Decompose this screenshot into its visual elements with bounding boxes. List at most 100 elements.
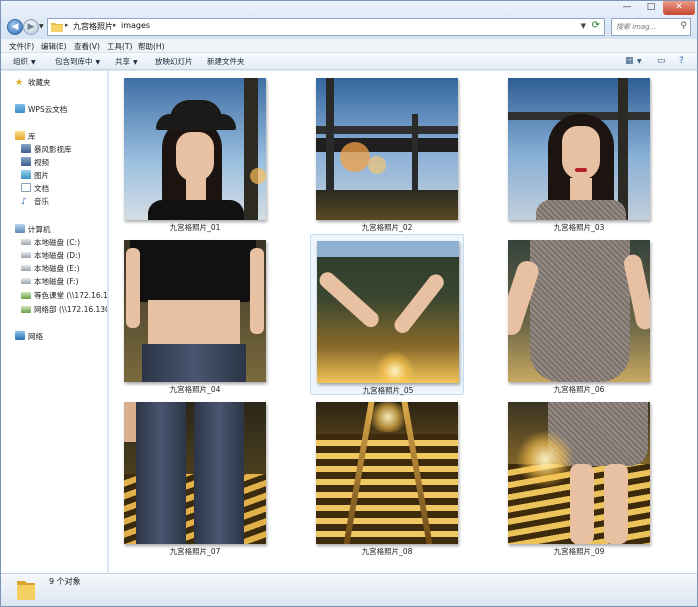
nav-library-item[interactable]: 视频 — [21, 157, 49, 168]
item-count: 9 个对象 — [49, 577, 81, 586]
organize-label: 组织 — [13, 57, 28, 66]
file-thumbnail[interactable]: 九宫格照片_03 — [502, 72, 656, 233]
nav-library-item[interactable]: ♪ 音乐 — [21, 196, 49, 207]
nav-library[interactable]: 库 — [15, 131, 36, 142]
file-name: 九宫格照片_06 — [553, 385, 605, 394]
nav-drive-label: 本地磁盘 (E:) — [34, 264, 80, 273]
chevron-down-icon: ▼ — [31, 59, 36, 66]
music-icon: ♪ — [21, 197, 27, 207]
file-name: 九宫格照片_09 — [553, 547, 605, 556]
refresh-icon[interactable]: ⟳ — [592, 20, 600, 31]
nav-drive[interactable]: 本地磁盘 (D:) — [21, 250, 81, 261]
nav-drive[interactable]: 本地磁盘 (E:) — [21, 263, 80, 274]
search-input[interactable] — [612, 19, 676, 35]
file-thumbnail[interactable]: 九宫格照片_01 — [118, 72, 272, 233]
file-thumbnail[interactable]: 九宫格照片_07 — [118, 396, 272, 557]
chevron-down-icon: ▼ — [95, 59, 101, 66]
drive-icon — [21, 252, 31, 258]
maximize-button[interactable]: □ — [639, 1, 663, 15]
document-icon — [21, 183, 31, 192]
address-row: — □ ✕ ◀ ▶ ▼ ▸ 九宫格照片 ▸ images ▼ ⟳ ⚲ — [1, 1, 697, 39]
nav-library-item-label: 文档 — [34, 184, 49, 193]
file-thumbnail[interactable]: 九宫格照片_09 — [502, 396, 656, 557]
status-bar: 9 个对象 — [1, 573, 697, 606]
nav-drive-label: 本地磁盘 (D:) — [34, 251, 81, 260]
back-button[interactable]: ◀ — [7, 19, 23, 35]
library-icon — [15, 131, 25, 140]
network-drive-icon — [21, 292, 31, 299]
view-options-icon[interactable]: ▦ — [625, 56, 634, 66]
nav-network-drive[interactable]: 等色课堂 (\\172.16.130 — [21, 290, 108, 301]
network-icon — [15, 331, 25, 340]
nav-network[interactable]: 网络 — [15, 331, 43, 342]
forward-button[interactable]: ▶ — [23, 19, 39, 35]
folder-icon — [17, 581, 35, 600]
include-in-library-button[interactable]: 包含到库中 ▼ — [55, 56, 100, 67]
photo-thumbnail-image — [316, 78, 458, 220]
file-name: 九宫格照片_01 — [169, 223, 221, 232]
share-label: 共享 — [115, 57, 130, 66]
video-library-icon — [21, 144, 31, 153]
nav-network-label: 网络 — [28, 332, 43, 341]
photo-thumbnail-image — [508, 240, 650, 382]
share-button[interactable]: 共享 ▼ — [115, 56, 138, 67]
preview-pane-icon[interactable]: ▭ — [657, 56, 666, 66]
file-name: 九宫格照片_07 — [169, 547, 221, 556]
address-dropdown-icon[interactable]: ▼ — [581, 22, 586, 30]
nav-drive-label: 本地磁盘 (C:) — [34, 238, 80, 247]
nav-library-item-label: 音乐 — [34, 197, 49, 206]
breadcrumb-separator-icon: ▸ — [113, 21, 117, 29]
minimize-button[interactable]: — — [615, 1, 639, 15]
menu-view[interactable]: 查看(V) — [74, 41, 100, 52]
photo-thumbnail-image — [124, 78, 266, 220]
star-icon: ★ — [15, 78, 24, 88]
file-thumbnail[interactable]: 九宫格照片_02 — [310, 72, 464, 233]
nav-library-item[interactable]: 暴风影视库 — [21, 144, 72, 155]
organize-button[interactable]: 组织 ▼ — [13, 56, 36, 67]
explorer-window: — □ ✕ ◀ ▶ ▼ ▸ 九宫格照片 ▸ images ▼ ⟳ ⚲ 文件(F)… — [0, 0, 698, 607]
nav-library-label: 库 — [28, 132, 36, 141]
file-name: 九宫格照片_08 — [361, 547, 413, 556]
nav-favorites[interactable]: ★ 收藏夹 — [15, 77, 51, 88]
nav-computer-label: 计算机 — [28, 225, 51, 234]
file-thumbnail[interactable]: 九宫格照片_04 — [118, 234, 272, 395]
file-thumbnail[interactable]: 九宫格照片_08 — [310, 396, 464, 557]
file-name: 九宫格照片_04 — [169, 385, 221, 394]
close-button[interactable]: ✕ — [663, 1, 695, 15]
file-thumbnail-selected[interactable]: 九宫格照片_05 — [310, 234, 464, 395]
nav-drive-label: 网络部 (\\172.16.130.1 — [34, 305, 107, 314]
chevron-down-icon[interactable]: ▼ — [637, 58, 642, 65]
nav-drive[interactable]: 本地磁盘 (F:) — [21, 276, 79, 287]
slideshow-button[interactable]: 放映幻灯片 — [155, 56, 193, 67]
menu-help[interactable]: 帮助(H) — [138, 41, 165, 52]
breadcrumb-item[interactable]: images — [121, 21, 150, 30]
network-drive-icon — [21, 306, 31, 313]
nav-drive-label: 等色课堂 (\\172.16.130 — [34, 291, 108, 300]
recent-pages-dropdown-icon[interactable]: ▼ — [39, 23, 44, 30]
computer-icon — [15, 224, 25, 233]
nav-favorites-label: 收藏夹 — [28, 78, 51, 87]
file-thumbnail[interactable]: 九宫格照片_06 — [502, 234, 656, 395]
menu-file[interactable]: 文件(F) — [9, 41, 34, 52]
new-folder-button[interactable]: 新建文件夹 — [207, 56, 245, 67]
nav-network-drive[interactable]: 网络部 (\\172.16.130.1 — [21, 304, 107, 315]
help-icon[interactable]: ? — [679, 56, 684, 66]
menu-tools[interactable]: 工具(T) — [107, 41, 132, 52]
search-icon[interactable]: ⚲ — [680, 21, 687, 31]
menu-edit[interactable]: 编辑(E) — [41, 41, 67, 52]
address-bar[interactable]: ▸ 九宫格照片 ▸ images ▼ ⟳ — [47, 18, 605, 36]
drive-icon — [21, 239, 31, 245]
breadcrumb-item[interactable]: 九宫格照片 — [73, 21, 113, 32]
nav-library-item[interactable]: 文档 — [21, 183, 49, 194]
nav-drive-label: 本地磁盘 (F:) — [34, 277, 79, 286]
file-name: 九宫格照片_02 — [361, 223, 413, 232]
nav-drive[interactable]: 本地磁盘 (C:) — [21, 237, 80, 248]
command-bar: 组织 ▼ 包含到库中 ▼ 共享 ▼ 放映幻灯片 新建文件夹 ▦ ▼ ▭ ? — [1, 53, 697, 70]
nav-wps-cloud[interactable]: WPS云文档 — [15, 104, 67, 115]
picture-icon — [21, 170, 31, 179]
photo-thumbnail-image — [124, 240, 266, 382]
folder-icon — [51, 23, 63, 32]
nav-computer[interactable]: 计算机 — [15, 224, 51, 235]
nav-library-item[interactable]: 图片 — [21, 170, 49, 181]
drive-icon — [21, 278, 31, 284]
